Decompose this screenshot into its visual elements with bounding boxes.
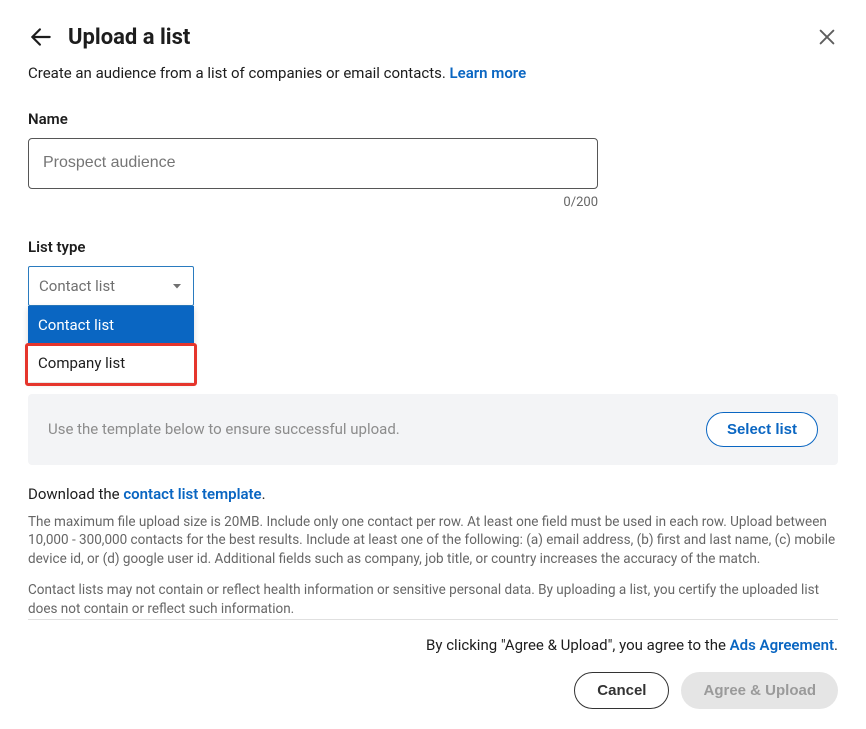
subtitle: Create an audience from a list of compan… <box>28 64 838 82</box>
agreement-prefix: By clicking "Agree & Upload", you agree … <box>426 636 730 654</box>
agree-upload-button[interactable]: Agree & Upload <box>681 672 838 709</box>
help-text-1: The maximum file upload size is 20MB. In… <box>28 513 838 570</box>
template-banner-text: Use the template below to ensure success… <box>48 420 400 438</box>
list-type-select-wrap: Contact list Contact list Company list <box>28 266 193 306</box>
back-arrow-icon[interactable] <box>28 24 54 50</box>
download-prefix: Download the <box>28 485 123 503</box>
list-type-dropdown: Contact list Company list <box>28 306 194 382</box>
modal-footer: By clicking "Agree & Upload", you agree … <box>28 619 838 709</box>
list-type-selected-value: Contact list <box>39 277 115 295</box>
template-banner: Use the template below to ensure success… <box>28 394 838 465</box>
download-suffix: . <box>262 485 266 503</box>
name-label: Name <box>28 110 838 128</box>
footer-buttons: Cancel Agree & Upload <box>28 672 838 709</box>
page-title: Upload a list <box>68 25 190 50</box>
list-type-select[interactable]: Contact list <box>28 266 194 306</box>
name-char-counter: 0/200 <box>28 195 598 210</box>
dropdown-option-company[interactable]: Company list <box>28 344 194 382</box>
chevron-down-icon <box>171 280 183 292</box>
upload-list-modal: Upload a list Create an audience from a … <box>0 0 866 729</box>
ads-agreement-link[interactable]: Ads Agreement <box>730 636 834 654</box>
download-template-line: Download the contact list template. <box>28 485 838 503</box>
select-list-button[interactable]: Select list <box>706 412 818 447</box>
learn-more-link[interactable]: Learn more <box>450 64 527 82</box>
dropdown-option-contact[interactable]: Contact list <box>28 306 194 344</box>
list-type-label: List type <box>28 238 838 256</box>
close-icon[interactable] <box>816 26 838 48</box>
agreement-suffix: . <box>834 636 838 654</box>
help-text-2: Contact lists may not contain or reflect… <box>28 581 838 619</box>
agreement-line: By clicking "Agree & Upload", you agree … <box>28 636 838 654</box>
cancel-button[interactable]: Cancel <box>574 672 669 709</box>
subtitle-text: Create an audience from a list of compan… <box>28 64 450 82</box>
contact-list-template-link[interactable]: contact list template <box>123 485 261 503</box>
audience-name-input[interactable] <box>28 138 598 189</box>
modal-header: Upload a list <box>28 24 838 50</box>
